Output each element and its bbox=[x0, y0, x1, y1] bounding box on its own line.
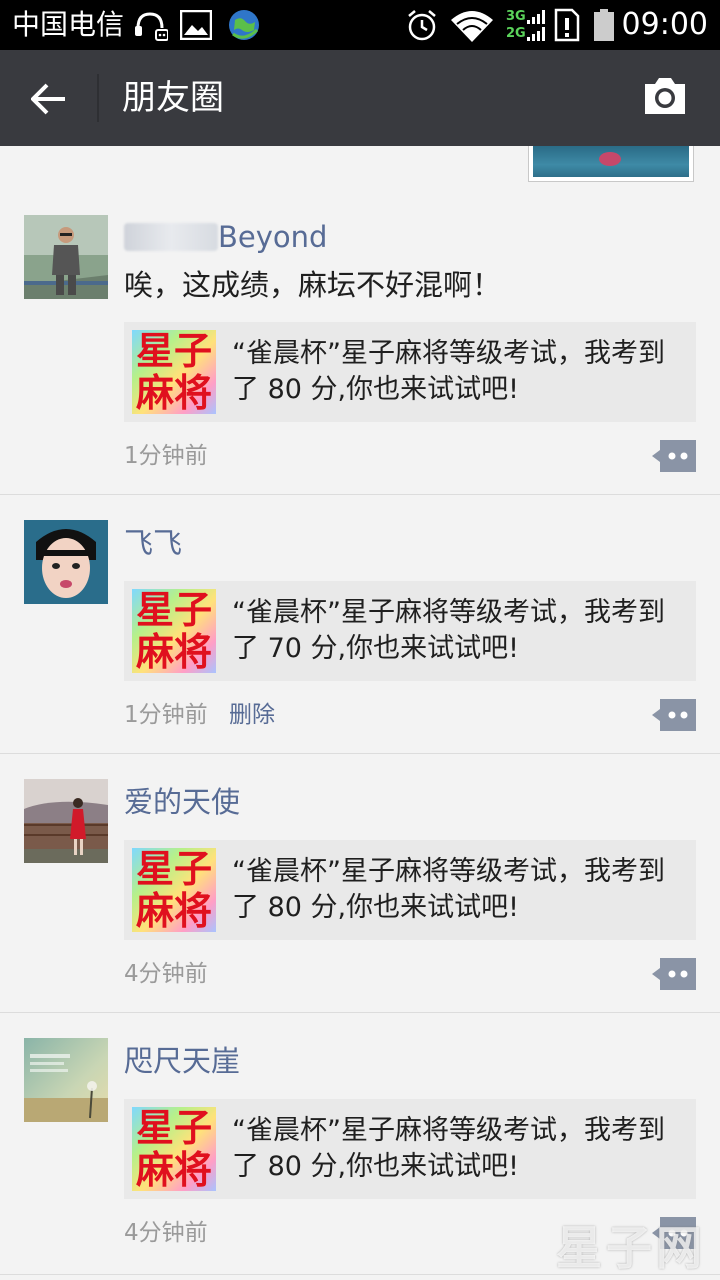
comment-button[interactable] bbox=[650, 699, 698, 731]
poster-name[interactable]: 飞飞 bbox=[124, 523, 182, 563]
sim-alert-icon bbox=[552, 8, 582, 42]
carrier-label: 中国电信 bbox=[12, 8, 125, 41]
comment-button[interactable] bbox=[650, 958, 698, 990]
shared-link-card[interactable]: 星子 麻将 “雀晨杯”星子麻将等级考试，我考到了 80 分,你也来试试吧! bbox=[124, 840, 696, 940]
avatar[interactable] bbox=[24, 215, 108, 299]
status-time: 09:00 bbox=[621, 7, 708, 42]
shared-link-card[interactable]: 星子 麻将 “雀晨杯”星子麻将等级考试，我考到了 80 分,你也来试试吧! bbox=[124, 1099, 696, 1199]
network-3g-label: 3G bbox=[506, 8, 526, 24]
moments-feed[interactable]: Beyond 唉，这成绩，麻坛不好混啊！ 星子 麻将 “雀晨杯”星子麻将等级考试，… bbox=[0, 146, 720, 1280]
site-watermark: 星子网 bbox=[556, 1221, 706, 1275]
image-notification-icon bbox=[178, 8, 214, 42]
comment-icon bbox=[652, 699, 696, 731]
shared-link-card[interactable]: 星子 麻将 “雀晨杯”星子麻将等级考试，我考到了 70 分,你也来试试吧! bbox=[124, 581, 696, 681]
avatar[interactable] bbox=[24, 779, 108, 863]
moment-post: 飞飞 星子 麻将 “雀晨杯”星子麻将等级考试，我考到了 70 分,你也来试试吧! … bbox=[0, 495, 720, 754]
delete-link[interactable]: 删除 bbox=[229, 699, 275, 731]
arrow-left-icon bbox=[31, 83, 65, 115]
shared-link-text: “雀晨杯”星子麻将等级考试，我考到了 80 分,你也来试试吧! bbox=[232, 338, 665, 405]
xingzi-mahjong-logo: 星子 麻将 bbox=[132, 848, 216, 932]
avatar[interactable] bbox=[24, 1038, 108, 1122]
shared-link-text: “雀晨杯”星子麻将等级考试，我考到了 80 分,你也来试试吧! bbox=[232, 1115, 665, 1182]
signal-icon: 3G 2G bbox=[506, 8, 548, 42]
alarm-icon bbox=[404, 8, 440, 42]
poster-name[interactable]: Beyond bbox=[124, 217, 327, 257]
post-time: 4分钟前 bbox=[124, 961, 208, 987]
blurred-name-part bbox=[124, 223, 218, 251]
poster-name[interactable]: 爱的天使 bbox=[124, 782, 240, 822]
previous-post-image[interactable] bbox=[528, 146, 694, 182]
title-bar: 朋友圈 bbox=[0, 50, 720, 146]
comment-icon bbox=[652, 440, 696, 472]
wifi-icon bbox=[448, 8, 496, 42]
camera-icon bbox=[645, 78, 685, 114]
page-title: 朋友圈 bbox=[122, 78, 224, 118]
moment-post: Beyond 唉，这成绩，麻坛不好混啊！ 星子 麻将 “雀晨杯”星子麻将等级考试，… bbox=[0, 182, 720, 495]
post-time: 4分钟前 bbox=[124, 1220, 208, 1246]
post-text: 唉，这成绩，麻坛不好混啊！ bbox=[124, 268, 502, 302]
shared-link-text: “雀晨杯”星子麻将等级考试，我考到了 80 分,你也来试试吧! bbox=[232, 856, 665, 923]
post-time: 1分钟前 bbox=[124, 702, 208, 728]
xingzi-mahjong-logo: 星子 麻将 bbox=[132, 330, 216, 414]
title-divider bbox=[97, 74, 99, 122]
xingzi-mahjong-logo: 星子 麻将 bbox=[132, 589, 216, 673]
battery-icon bbox=[592, 8, 616, 42]
avatar[interactable] bbox=[24, 520, 108, 604]
poster-name[interactable]: 咫尺天崖 bbox=[124, 1041, 240, 1081]
comment-button[interactable] bbox=[650, 440, 698, 472]
camera-button[interactable] bbox=[642, 76, 692, 120]
xingzi-mahjong-logo: 星子 麻将 bbox=[132, 1107, 216, 1191]
status-bar: 中国电信 3G 2G 09:00 bbox=[0, 0, 720, 50]
comment-icon bbox=[652, 958, 696, 990]
network-2g-label: 2G bbox=[506, 25, 526, 41]
back-button[interactable] bbox=[24, 74, 74, 124]
shared-link-text: “雀晨杯”星子麻将等级考试，我考到了 70 分,你也来试试吧! bbox=[232, 597, 665, 664]
headset-notification-icon bbox=[130, 8, 170, 42]
post-time: 1分钟前 bbox=[124, 443, 208, 469]
moment-post: 爱的天使 星子 麻将 “雀晨杯”星子麻将等级考试，我考到了 80 分,你也来试试吧… bbox=[0, 754, 720, 1013]
shared-link-card[interactable]: 星子 麻将 “雀晨杯”星子麻将等级考试，我考到了 80 分,你也来试试吧! bbox=[124, 322, 696, 422]
browser-notification-icon bbox=[226, 8, 262, 42]
